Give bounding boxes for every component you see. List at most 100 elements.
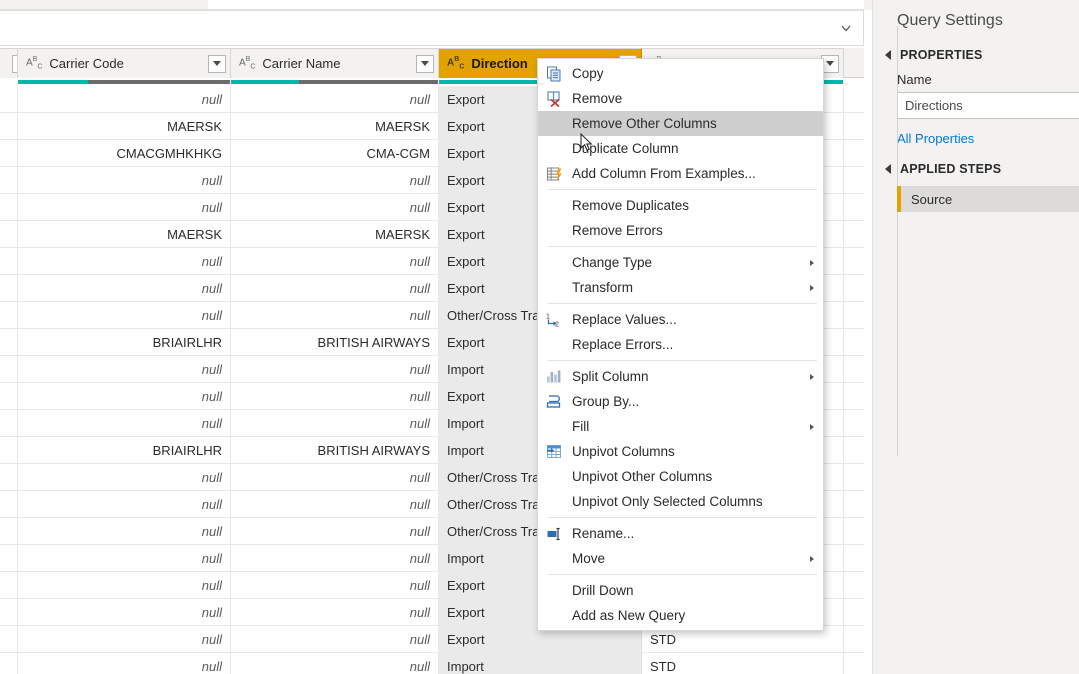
table-cell-carrier-name[interactable]: BRITISH AIRWAYS bbox=[231, 329, 439, 356]
table-cell-carrier-code[interactable]: null bbox=[18, 410, 231, 437]
table-cell-unnamed-0[interactable] bbox=[0, 545, 18, 572]
table-cell-carrier-name[interactable]: BRITISH AIRWAYS bbox=[231, 437, 439, 464]
menu-item-remove-errors[interactable]: Remove Errors bbox=[538, 218, 823, 243]
table-cell-carrier-name[interactable]: MAERSK bbox=[231, 113, 439, 140]
menu-item-replace-values[interactable]: 1 2 Replace Values... bbox=[538, 307, 823, 332]
column-header-unnamed-0[interactable] bbox=[0, 48, 18, 78]
table-cell-unnamed-0[interactable] bbox=[0, 86, 18, 113]
applied-step-source[interactable]: Source bbox=[897, 186, 1079, 212]
table-cell-carrier-code[interactable]: null bbox=[18, 248, 231, 275]
formula-bar[interactable] bbox=[0, 10, 864, 46]
table-cell-carrier-code[interactable]: null bbox=[18, 167, 231, 194]
query-name-input[interactable]: Directions bbox=[897, 92, 1079, 119]
table-cell-unnamed-0[interactable] bbox=[0, 437, 18, 464]
table-cell-carrier-name[interactable]: null bbox=[231, 410, 439, 437]
menu-item-unpivot-only-selected-columns[interactable]: Unpivot Only Selected Columns bbox=[538, 489, 823, 514]
menu-item-unpivot-other-columns[interactable]: Unpivot Other Columns bbox=[538, 464, 823, 489]
table-cell-carrier-name[interactable]: CMA-CGM bbox=[231, 140, 439, 167]
menu-item-rename[interactable]: Rename... bbox=[538, 521, 823, 546]
table-cell-unnamed-0[interactable] bbox=[0, 113, 18, 140]
filter-dropdown-button[interactable] bbox=[208, 54, 226, 73]
applied-steps-section-header[interactable]: APPLIED STEPS bbox=[873, 156, 1079, 182]
menu-item-remove-duplicates[interactable]: Remove Duplicates bbox=[538, 193, 823, 218]
table-cell-unnamed-0[interactable] bbox=[0, 626, 18, 653]
table-row[interactable]: null null Import STD bbox=[0, 653, 864, 674]
table-cell-carrier-name[interactable]: null bbox=[231, 194, 439, 221]
table-cell-unnamed-0[interactable] bbox=[0, 248, 18, 275]
menu-item-change-type[interactable]: Change Type bbox=[538, 250, 823, 275]
table-cell-carrier-code[interactable]: null bbox=[18, 302, 231, 329]
table-cell-carrier-name[interactable]: null bbox=[231, 626, 439, 653]
table-cell-carrier-code[interactable]: null bbox=[18, 275, 231, 302]
table-cell-unnamed-0[interactable] bbox=[0, 599, 18, 626]
table-cell-carrier-name[interactable]: null bbox=[231, 599, 439, 626]
column-context-menu[interactable]: Copy Remove Remove Other Columns Duplicate … bbox=[537, 58, 824, 631]
properties-section-header[interactable]: PROPERTIES bbox=[873, 42, 1079, 68]
table-cell-carrier-code[interactable]: CMACGMHKHKG bbox=[18, 140, 231, 167]
table-cell-carrier-code[interactable]: null bbox=[18, 491, 231, 518]
table-cell-carrier-code[interactable]: MAERSK bbox=[18, 113, 231, 140]
table-cell-carrier-code[interactable]: MAERSK bbox=[18, 221, 231, 248]
table-cell-carrier-name[interactable]: null bbox=[231, 302, 439, 329]
table-cell-unnamed-0[interactable] bbox=[0, 464, 18, 491]
table-cell-carrier-code[interactable]: null bbox=[18, 599, 231, 626]
menu-item-copy[interactable]: Copy bbox=[538, 61, 823, 86]
table-cell-unnamed-0[interactable] bbox=[0, 572, 18, 599]
menu-item-unpivot-columns[interactable]: Unpivot Columns bbox=[538, 439, 823, 464]
table-cell-carrier-code[interactable]: null bbox=[18, 626, 231, 653]
table-cell-unnamed-0[interactable] bbox=[0, 383, 18, 410]
menu-item-remove[interactable]: Remove bbox=[538, 86, 823, 111]
filter-dropdown-button[interactable] bbox=[416, 54, 434, 73]
menu-item-add-as-new-query[interactable]: Add as New Query bbox=[538, 603, 823, 628]
table-cell-unnamed-0[interactable] bbox=[0, 221, 18, 248]
table-cell-carrier-name[interactable]: null bbox=[231, 248, 439, 275]
table-cell-unnamed-0[interactable] bbox=[0, 275, 18, 302]
menu-item-add-column-from-examples[interactable]: Add Column From Examples... bbox=[538, 161, 823, 186]
menu-item-fill[interactable]: Fill bbox=[538, 414, 823, 439]
table-cell-unnamed-0[interactable] bbox=[0, 302, 18, 329]
all-properties-link[interactable]: All Properties bbox=[873, 119, 1079, 156]
table-cell-carrier-name[interactable]: null bbox=[231, 464, 439, 491]
table-cell-carrier-name[interactable]: null bbox=[231, 86, 439, 113]
table-cell-carrier-name[interactable]: null bbox=[231, 545, 439, 572]
menu-item-remove-other-columns[interactable]: Remove Other Columns bbox=[538, 111, 823, 136]
table-cell-unnamed-0[interactable] bbox=[0, 491, 18, 518]
table-cell-carrier-code[interactable]: null bbox=[18, 572, 231, 599]
table-cell-carrier-name[interactable]: null bbox=[231, 491, 439, 518]
table-cell-unnamed-0[interactable] bbox=[0, 194, 18, 221]
table-cell-carrier-code[interactable]: null bbox=[18, 383, 231, 410]
table-cell-carrier-name[interactable]: MAERSK bbox=[231, 221, 439, 248]
table-cell-carrier-name[interactable]: null bbox=[231, 356, 439, 383]
menu-item-drill-down[interactable]: Drill Down bbox=[538, 578, 823, 603]
table-cell-unnamed-0[interactable] bbox=[0, 653, 18, 674]
table-cell-service-level[interactable]: STD bbox=[642, 653, 844, 674]
table-cell-carrier-code[interactable]: null bbox=[18, 653, 231, 674]
table-cell-carrier-code[interactable]: BRIAIRLHR bbox=[18, 329, 231, 356]
menu-item-transform[interactable]: Transform bbox=[538, 275, 823, 300]
chevron-down-icon[interactable] bbox=[837, 19, 855, 37]
table-cell-unnamed-0[interactable] bbox=[0, 410, 18, 437]
table-cell-unnamed-0[interactable] bbox=[0, 518, 18, 545]
menu-item-group-by[interactable]: Group By... bbox=[538, 389, 823, 414]
table-cell-carrier-name[interactable]: null bbox=[231, 653, 439, 674]
table-cell-carrier-name[interactable]: null bbox=[231, 275, 439, 302]
table-cell-unnamed-0[interactable] bbox=[0, 167, 18, 194]
table-cell-carrier-code[interactable]: null bbox=[18, 545, 231, 572]
table-cell-carrier-name[interactable]: null bbox=[231, 572, 439, 599]
column-header-carrier-name[interactable]: ABC Carrier Name bbox=[231, 48, 439, 78]
table-cell-carrier-code[interactable]: null bbox=[18, 356, 231, 383]
table-cell-carrier-code[interactable]: null bbox=[18, 518, 231, 545]
table-cell-direction[interactable]: Import bbox=[439, 653, 642, 674]
table-cell-carrier-name[interactable]: null bbox=[231, 518, 439, 545]
column-header-carrier-code[interactable]: ABC Carrier Code bbox=[18, 48, 231, 78]
table-cell-unnamed-0[interactable] bbox=[0, 329, 18, 356]
table-cell-carrier-code[interactable]: BRIAIRLHR bbox=[18, 437, 231, 464]
menu-item-replace-errors[interactable]: Replace Errors... bbox=[538, 332, 823, 357]
table-cell-carrier-name[interactable]: null bbox=[231, 383, 439, 410]
menu-item-duplicate-column[interactable]: Duplicate Column bbox=[538, 136, 823, 161]
table-cell-carrier-code[interactable]: null bbox=[18, 194, 231, 221]
table-cell-carrier-code[interactable]: null bbox=[18, 464, 231, 491]
table-cell-unnamed-0[interactable] bbox=[0, 356, 18, 383]
table-cell-unnamed-0[interactable] bbox=[0, 140, 18, 167]
menu-item-move[interactable]: Move bbox=[538, 546, 823, 571]
